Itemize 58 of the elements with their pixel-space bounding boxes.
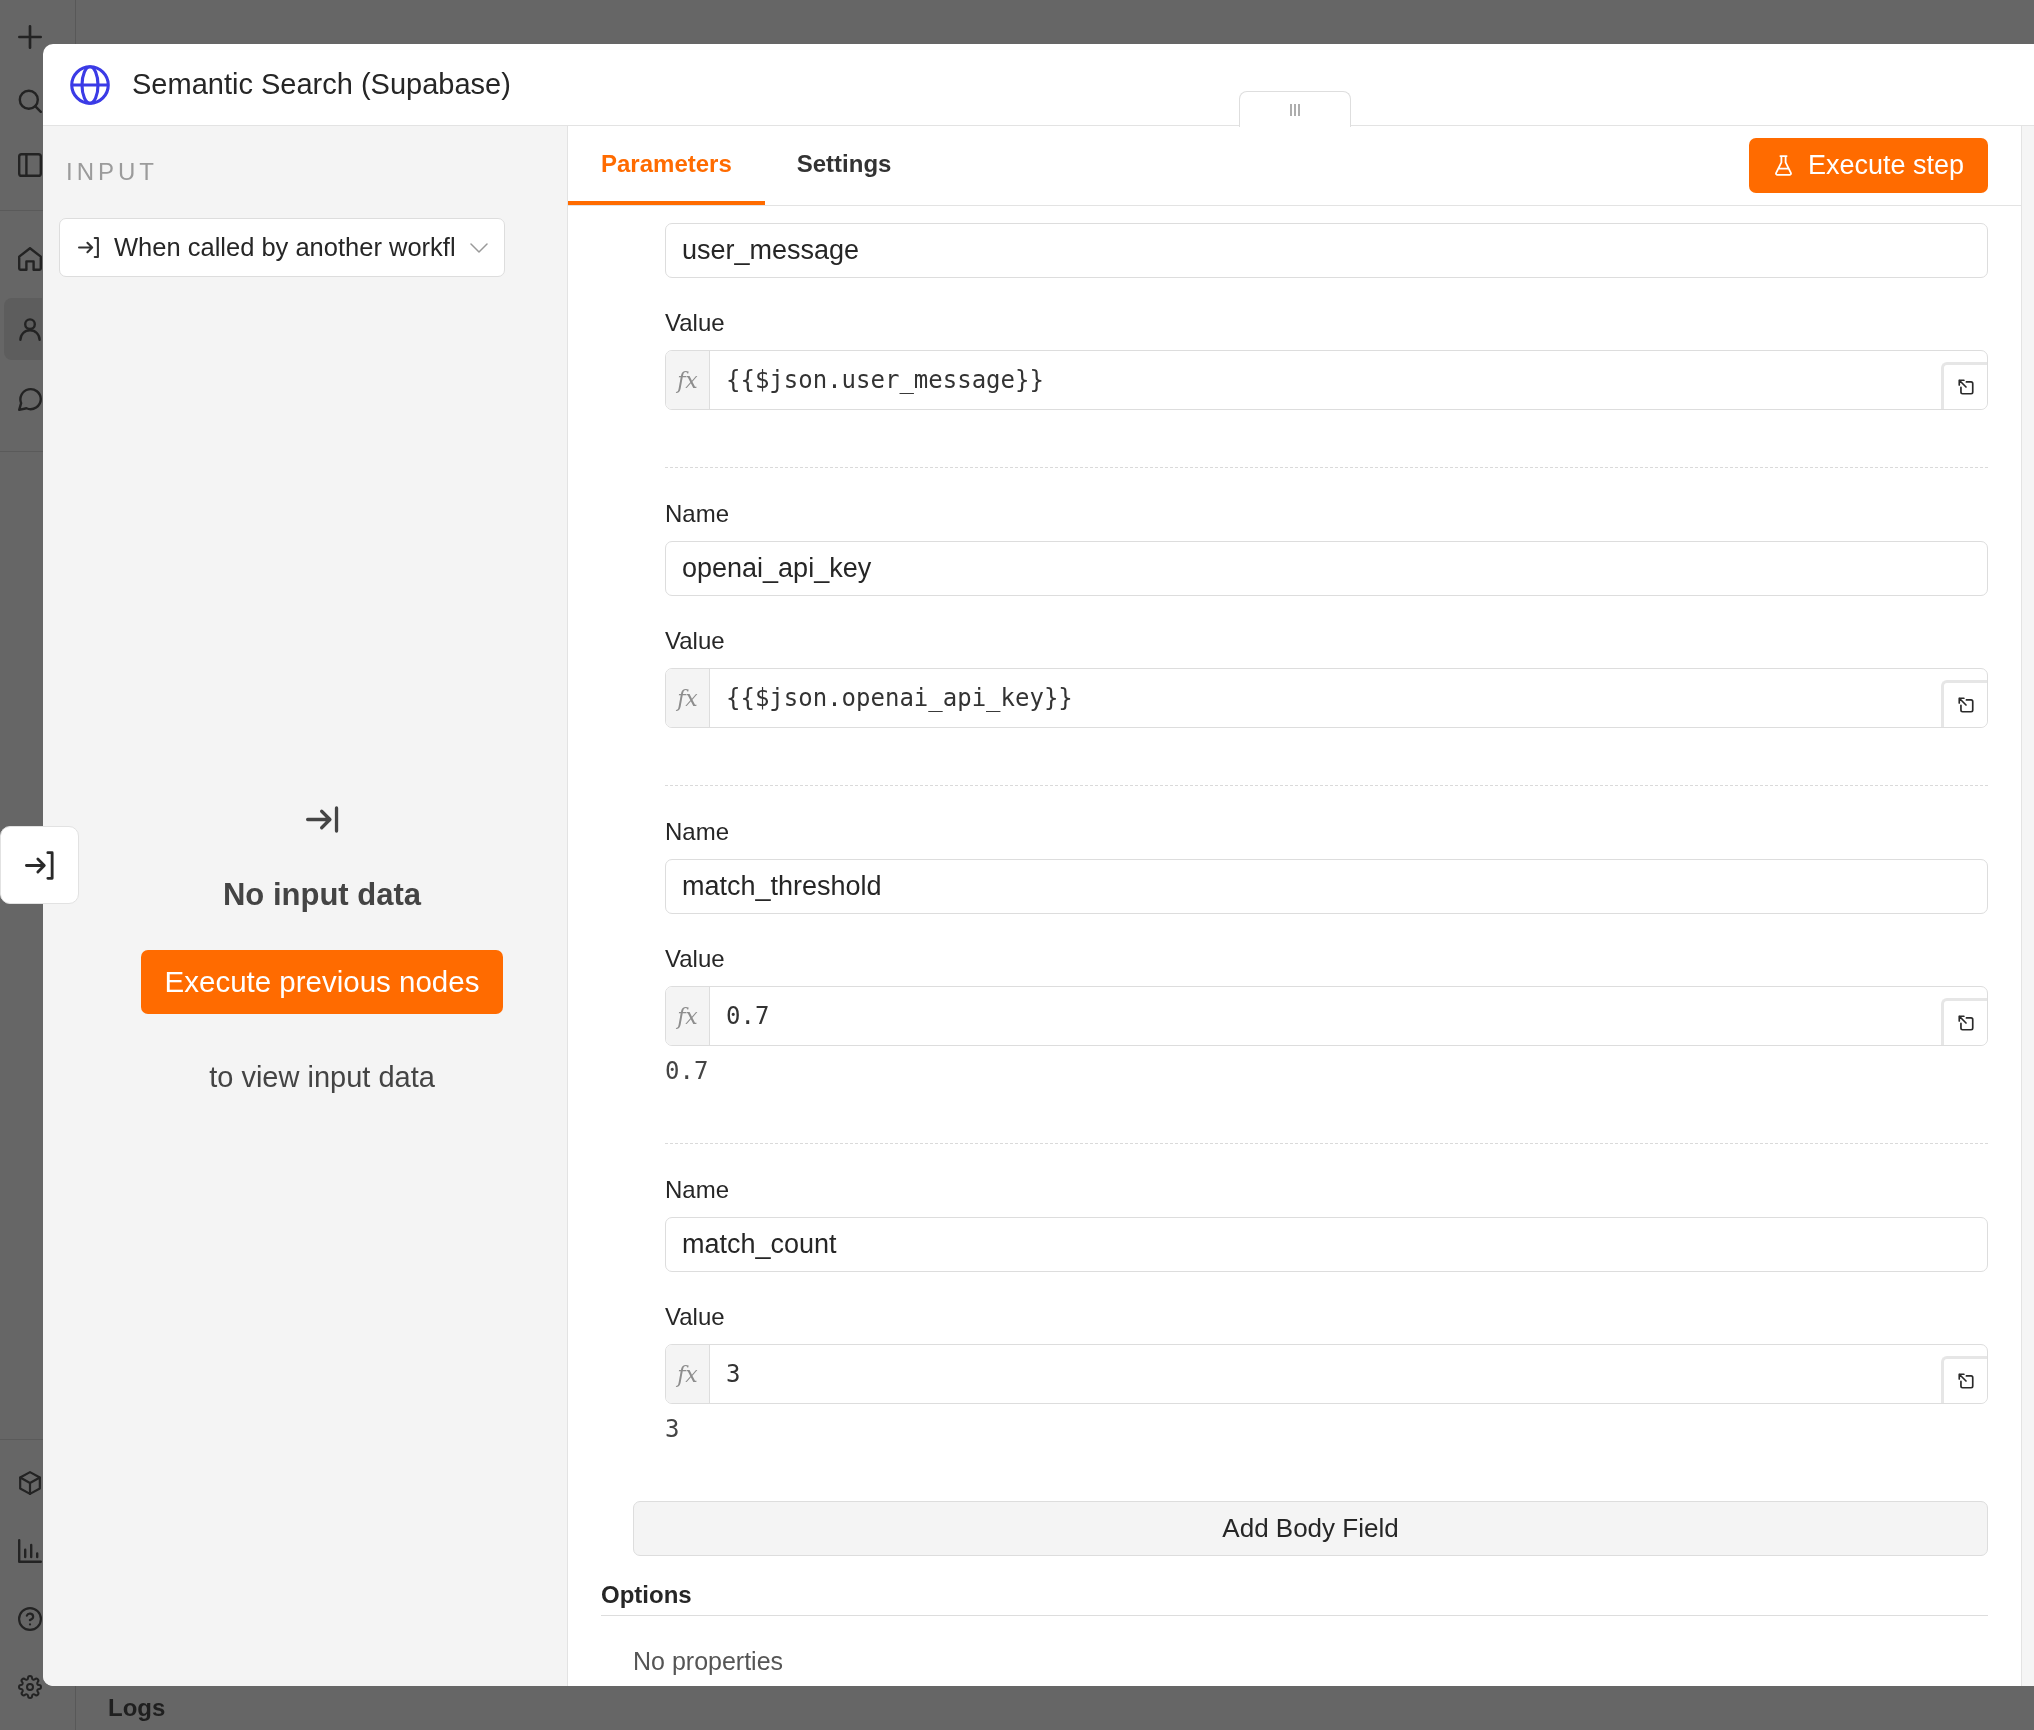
panel-heading: INPUT (65, 157, 159, 187)
window-title: Semantic Search (Supabase) (132, 68, 511, 101)
scrollbar-track[interactable] (2021, 126, 2034, 1686)
flask-icon (1774, 155, 1792, 176)
fx-label: fx (666, 351, 710, 409)
chat-bubble-icon[interactable] (18, 387, 42, 411)
home-icon[interactable] (18, 247, 42, 271)
settings-icon[interactable] (18, 1675, 42, 1699)
expand-button[interactable] (1941, 998, 1987, 1045)
value-preview: 0.7 (665, 1056, 710, 1086)
input-toggle-button[interactable] (0, 826, 79, 904)
corner-arrow-icon (1957, 1373, 1974, 1389)
fx-label: fx (666, 987, 710, 1045)
value-preview: 3 (665, 1414, 681, 1444)
corner-arrow-icon (1957, 697, 1974, 713)
empty-title: No input data (222, 876, 421, 914)
empty-note: to view input data (209, 1062, 435, 1092)
fx-label: fx (666, 1345, 710, 1403)
expand-button[interactable] (1941, 362, 1987, 409)
expression-field[interactable]: fx {{$json.openai_api_key}} (665, 668, 1988, 728)
help-icon[interactable] (18, 1607, 42, 1631)
tab[interactable]: Settings (764, 126, 924, 205)
person-icon[interactable] (4, 298, 42, 360)
expression-field[interactable]: fx 3 (665, 1344, 1988, 1404)
field-label: Value (665, 626, 726, 656)
expand-button[interactable] (1941, 680, 1987, 727)
field-label: Value (665, 1302, 726, 1332)
field-label: Name (665, 1175, 731, 1205)
corner-arrow-icon (1957, 1015, 1974, 1031)
field-label: Value (665, 308, 726, 338)
input-field[interactable]: match_count (665, 1217, 1988, 1272)
bar-chart-icon[interactable] (18, 1539, 42, 1563)
trigger-select[interactable]: When called by another workfl (59, 218, 505, 277)
expression-field[interactable]: fx 0.7 (665, 986, 1988, 1046)
input-field[interactable]: match_threshold (665, 859, 1988, 914)
sign-in-icon (78, 237, 100, 258)
section-heading: Options (601, 1580, 1988, 1616)
input-field[interactable]: openai_api_key (665, 541, 1988, 596)
chevron-down-icon (469, 242, 488, 253)
input-field[interactable]: user_message (665, 223, 1988, 278)
field-label: Name (665, 499, 731, 529)
globe-icon (70, 64, 110, 105)
sign-in-icon (24, 850, 55, 880)
grip-icon (1289, 102, 1301, 117)
expand-button[interactable] (1941, 1356, 1987, 1403)
field-label: Value (665, 944, 726, 974)
field-label: Name (665, 817, 731, 847)
empty-text: No properties (632, 1646, 785, 1676)
cube-icon[interactable] (18, 1471, 42, 1495)
expression-field[interactable]: fx {{$json.user_message}} (665, 350, 1988, 410)
corner-arrow-icon (1957, 379, 1974, 395)
arrow-to-bar-icon (305, 806, 339, 833)
drag-handle[interactable] (1239, 91, 1351, 127)
add-field-button[interactable]: Add Body Field (633, 1501, 1988, 1556)
sidebar-panel-icon[interactable] (18, 153, 42, 177)
fx-label: fx (666, 669, 710, 727)
search-icon[interactable] (18, 89, 42, 113)
plus-icon[interactable] (18, 25, 42, 49)
